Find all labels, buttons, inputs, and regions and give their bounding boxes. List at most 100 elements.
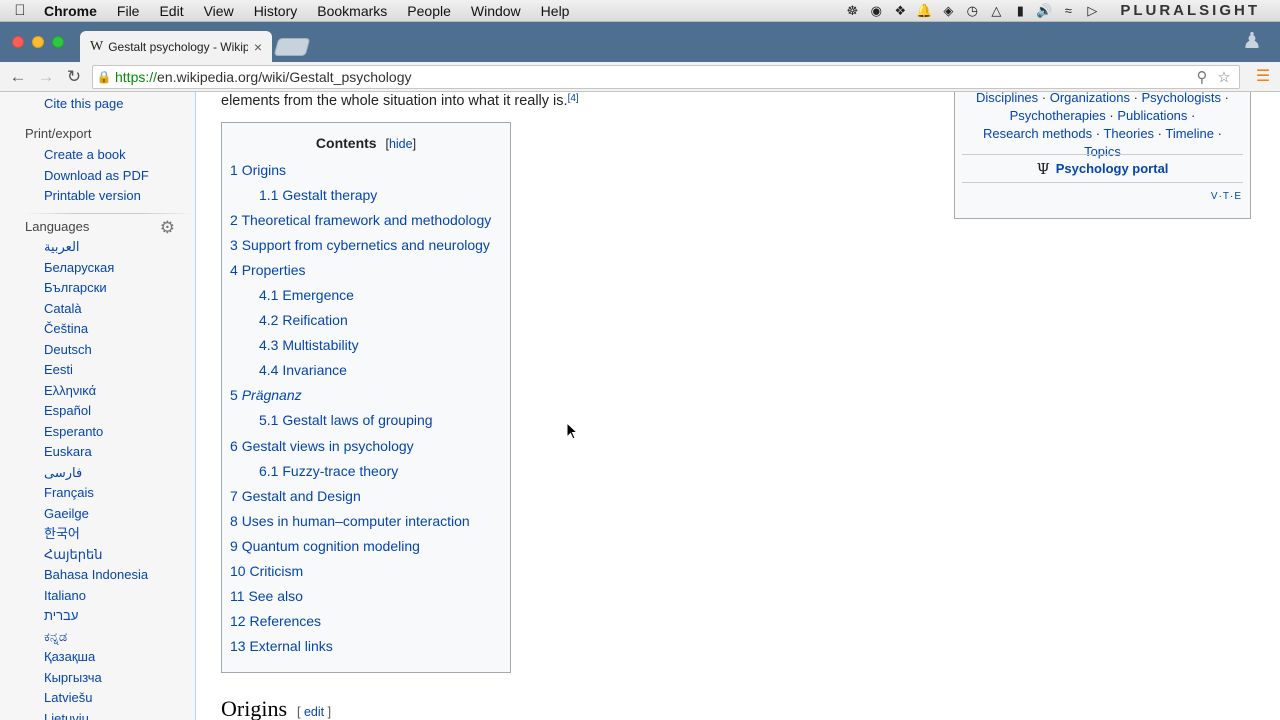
reload-icon[interactable]: ↻	[60, 67, 88, 87]
toc-item[interactable]: 10 Criticism	[230, 559, 502, 584]
toc-hide-label[interactable]: hide	[389, 137, 413, 151]
language-link[interactable]: Čeština	[0, 319, 195, 340]
language-link[interactable]: Español	[0, 401, 195, 422]
navbox-link[interactable]: Organizations	[1050, 92, 1130, 105]
printable-version-link[interactable]: Printable version	[0, 186, 195, 207]
toc-item[interactable]: 13 External links	[230, 634, 502, 659]
language-link[interactable]: Gaeilge	[0, 504, 195, 525]
language-link[interactable]: فارسی	[0, 463, 195, 484]
language-link[interactable]: Ελληνικά	[0, 381, 195, 402]
language-link[interactable]: Беларуская	[0, 258, 195, 279]
language-link[interactable]: Euskara	[0, 442, 195, 463]
language-link[interactable]: Deutsch	[0, 340, 195, 361]
time-machine-icon[interactable]: ◷	[960, 3, 984, 19]
back-arrow-icon[interactable]: ←	[4, 67, 32, 87]
creative-cloud-icon[interactable]: ☸	[840, 3, 864, 19]
download-pdf-link[interactable]: Download as PDF	[0, 166, 195, 187]
bookmark-star-icon[interactable]: ☆	[1213, 68, 1235, 86]
toc-item[interactable]: 7 Gestalt and Design	[230, 484, 502, 509]
window-close-button[interactable]	[12, 36, 24, 48]
navbox-link[interactable]: Research methods	[983, 126, 1092, 141]
toc-item[interactable]: 1.1 Gestalt therapy	[230, 183, 502, 208]
zoom-magnifier-icon[interactable]: ⚲	[1191, 68, 1213, 86]
menu-edit[interactable]: Edit	[149, 3, 193, 19]
language-link[interactable]: Кыргызча	[0, 668, 195, 689]
create-book-link[interactable]: Create a book	[0, 145, 195, 166]
wifi-icon[interactable]: ≈	[1056, 3, 1080, 18]
vte-edit-link[interactable]: E	[1234, 191, 1242, 202]
language-link[interactable]: العربية	[0, 237, 195, 258]
toc-item[interactable]: 4.3 Multistability	[230, 333, 502, 358]
tab-close-icon[interactable]: ×	[254, 39, 262, 55]
browser-tab[interactable]: W Gestalt psychology - Wikipe ×	[80, 31, 272, 62]
language-settings-gear-icon[interactable]: ⚙	[160, 217, 175, 238]
language-link[interactable]: עברית	[0, 606, 195, 627]
psychology-portal-link[interactable]: Psychology portal	[1056, 161, 1169, 176]
chrome-menu-hamburger-icon[interactable]: ☰	[1254, 68, 1272, 86]
language-link[interactable]: Български	[0, 278, 195, 299]
window-maximize-button[interactable]	[52, 36, 64, 48]
apple-menu-icon[interactable]: 	[0, 2, 40, 19]
navbox-link[interactable]: Timeline	[1165, 126, 1214, 141]
toc-item[interactable]: 8 Uses in human–computer interaction	[230, 509, 502, 534]
menu-help[interactable]: Help	[531, 3, 580, 19]
toc-item[interactable]: 4.4 Invariance	[230, 358, 502, 383]
menu-file[interactable]: File	[107, 3, 150, 19]
section-edit-label[interactable]: edit	[304, 705, 324, 719]
new-tab-button[interactable]	[273, 38, 311, 56]
volume-icon[interactable]: 🔊	[1032, 3, 1056, 19]
record-icon[interactable]: ◉	[864, 3, 888, 19]
toc-hide-toggle[interactable]: [hide]	[385, 137, 416, 151]
menu-bookmarks[interactable]: Bookmarks	[307, 3, 397, 19]
vte-view-link[interactable]: V	[1211, 191, 1219, 202]
language-link[interactable]: Հայերեն	[0, 545, 195, 566]
toc-item[interactable]: 12 References	[230, 609, 502, 634]
toc-item[interactable]: 4.2 Reification	[230, 308, 502, 333]
battery-icon[interactable]: ▮	[1008, 3, 1032, 19]
language-link[interactable]: ಕನ್ನಡ	[0, 627, 195, 648]
language-link[interactable]: 한국어	[0, 524, 195, 545]
menu-app-name[interactable]: Chrome	[40, 3, 107, 19]
psychology-portal-row[interactable]: Ψ Psychology portal	[962, 154, 1243, 183]
google-drive-icon[interactable]: △	[984, 3, 1008, 19]
menu-view[interactable]: View	[194, 3, 244, 19]
section-edit-link[interactable]: [ edit ]	[297, 705, 331, 719]
language-link[interactable]: Français	[0, 483, 195, 504]
language-link[interactable]: Italiano	[0, 586, 195, 607]
dropbox-icon[interactable]: ❖	[888, 3, 912, 19]
language-link[interactable]: Català	[0, 299, 195, 320]
toc-item[interactable]: 11 See also	[230, 584, 502, 609]
language-link[interactable]: Lietuvių	[0, 709, 195, 720]
toc-item[interactable]: 6 Gestalt views in psychology	[230, 434, 502, 459]
language-link[interactable]: Latviešu	[0, 688, 195, 709]
language-link[interactable]: Қазақша	[0, 647, 195, 668]
forward-arrow-icon[interactable]: →	[32, 67, 60, 87]
toc-item[interactable]: 2 Theoretical framework and methodology	[230, 208, 502, 233]
navbox-link[interactable]: Psychologists	[1142, 92, 1221, 105]
toc-item[interactable]: 9 Quantum cognition modeling	[230, 534, 502, 559]
notification-bell-icon[interactable]: 🔔	[912, 3, 936, 19]
toc-item[interactable]: 4.1 Emergence	[230, 283, 502, 308]
citation-ref-4[interactable]: [4]	[568, 93, 579, 104]
language-link[interactable]: Bahasa Indonesia	[0, 565, 195, 586]
language-link[interactable]: Esperanto	[0, 422, 195, 443]
menu-history[interactable]: History	[244, 3, 308, 19]
toc-item[interactable]: 5.1 Gestalt laws of grouping	[230, 408, 502, 433]
menu-window[interactable]: Window	[461, 3, 531, 19]
navbox-link[interactable]: Disciplines	[976, 92, 1038, 105]
toc-item[interactable]: 4 Properties	[230, 258, 502, 283]
navbox-link[interactable]: Theories	[1103, 126, 1154, 141]
navbox-link[interactable]: Psychotherapies	[1010, 108, 1106, 123]
vte-talk-link[interactable]: T	[1223, 191, 1230, 202]
evernote-icon[interactable]: ◈	[936, 3, 960, 19]
menu-people[interactable]: People	[397, 3, 461, 19]
toc-item[interactable]: 5 Prägnanz	[230, 383, 502, 408]
toc-item[interactable]: 3 Support from cybernetics and neurology	[230, 233, 502, 258]
navbox-link[interactable]: Publications	[1117, 108, 1187, 123]
toc-item[interactable]: 6.1 Fuzzy-trace theory	[230, 459, 502, 484]
window-minimize-button[interactable]	[32, 36, 44, 48]
sidebar-cite-link[interactable]: Cite this page	[0, 94, 195, 115]
address-bar[interactable]: 🔒 https:// en.wikipedia.org/wiki/Gestalt…	[92, 65, 1240, 89]
language-link[interactable]: Eesti	[0, 360, 195, 381]
secure-lock-icon[interactable]: 🔒	[93, 70, 115, 84]
